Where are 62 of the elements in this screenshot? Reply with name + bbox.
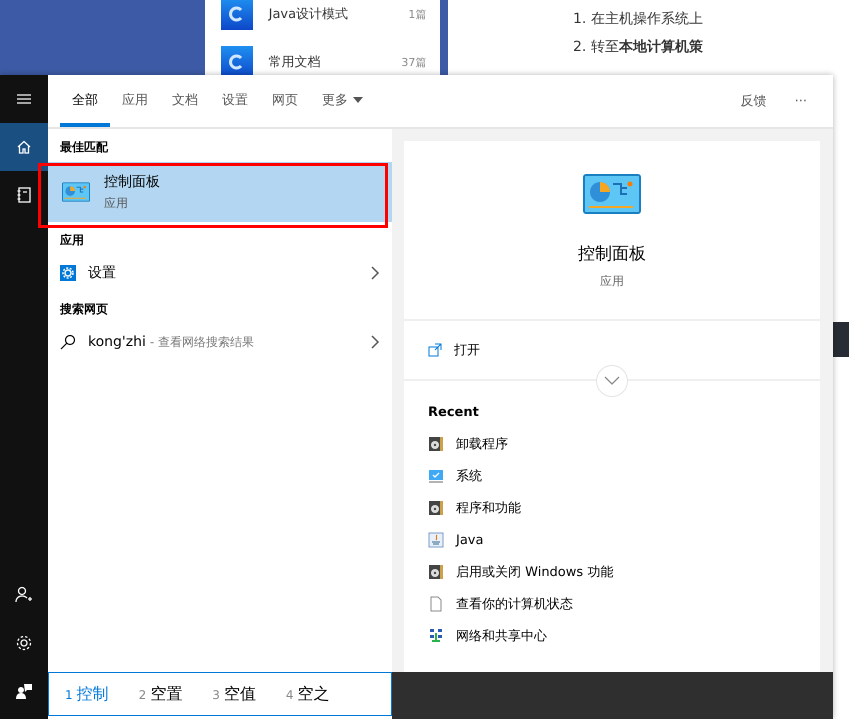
tab[interactable]: 设置 xyxy=(210,77,260,127)
feedback-icon xyxy=(15,682,33,700)
preview-subtitle: 应用 xyxy=(600,273,624,290)
result-subtitle: 应用 xyxy=(104,194,129,212)
document-icon xyxy=(428,596,444,612)
disc-box-icon xyxy=(428,564,444,580)
section-heading: Recent xyxy=(427,404,480,422)
feedback-button[interactable]: 反馈 xyxy=(726,75,781,127)
chevron-right-icon xyxy=(370,266,380,280)
recent-item[interactable]: 系统 xyxy=(404,460,820,492)
recent-item[interactable]: 卸载程序 xyxy=(404,428,820,460)
category-count: 1篇 xyxy=(408,6,426,22)
recent-item[interactable]: 启用或关闭 Windows 功能 xyxy=(404,556,820,588)
open-window-icon xyxy=(428,343,442,357)
search-icon xyxy=(60,334,76,350)
disc-box-icon xyxy=(428,500,444,516)
disc-box-icon xyxy=(428,436,444,452)
home-icon xyxy=(16,139,32,155)
app-result-row[interactable]: 设置 xyxy=(48,255,392,291)
preview-title: 控制面板 xyxy=(578,243,646,265)
web-result-row[interactable]: kong'zhi - 查看网络搜索结果 xyxy=(48,324,392,360)
tab[interactable]: 更多 xyxy=(310,77,375,127)
monitor-icon xyxy=(428,468,444,484)
chevron-right-icon xyxy=(370,335,380,349)
chevron-down-icon xyxy=(604,376,620,386)
best-match-row[interactable]: 控制面板 应用 xyxy=(48,162,392,222)
section-heading: 搜索网页 xyxy=(58,301,109,318)
category-title[interactable]: Java设计模式 xyxy=(268,5,408,23)
control-panel-icon xyxy=(583,174,641,214)
category-logo-icon xyxy=(220,0,253,30)
user-add-icon xyxy=(15,586,33,604)
tab[interactable]: 网页 xyxy=(260,77,310,127)
java-cup-icon xyxy=(428,532,444,548)
search-query: kong'zhi xyxy=(88,334,146,350)
recent-item[interactable]: Java xyxy=(404,524,820,556)
settings-gear-icon xyxy=(60,265,76,281)
recent-item[interactable]: 程序和功能 xyxy=(404,492,820,524)
ime-candidate[interactable]: 2 空置 xyxy=(138,684,182,704)
settings-icon xyxy=(15,634,33,652)
recent-item[interactable]: 网络和共享中心 xyxy=(404,620,820,652)
result-title: 控制面板 xyxy=(104,172,160,190)
more-button[interactable]: ··· xyxy=(780,75,821,127)
article-text: 2. 转至本地计算机策 xyxy=(573,38,704,56)
open-action[interactable]: 打开 xyxy=(404,321,820,379)
section-heading: 应用 xyxy=(59,232,85,249)
tab[interactable]: 应用 xyxy=(110,77,160,127)
ime-candidate[interactable]: 4 空之 xyxy=(286,684,330,704)
result-label: 设置 xyxy=(88,264,117,282)
article-text: 1. 在主机操作系统上 xyxy=(573,10,704,28)
network-icon xyxy=(428,628,444,644)
notebook-icon xyxy=(16,187,32,203)
category-title[interactable]: 常用文档 xyxy=(268,53,402,71)
ime-candidate[interactable]: 3 空值 xyxy=(212,684,256,704)
section-heading: 最佳匹配 xyxy=(59,139,109,156)
control-panel-icon xyxy=(62,182,90,202)
category-logo-icon xyxy=(220,46,253,78)
search-hint: - 查看网络搜索结果 xyxy=(150,334,254,350)
ime-candidate[interactable]: 1 控制 xyxy=(65,684,109,704)
tab[interactable]: 文档 xyxy=(160,77,210,127)
recent-item[interactable]: 查看你的计算机状态 xyxy=(404,588,820,620)
rail-button[interactable] xyxy=(0,123,48,171)
category-count: 37篇 xyxy=(401,54,426,70)
